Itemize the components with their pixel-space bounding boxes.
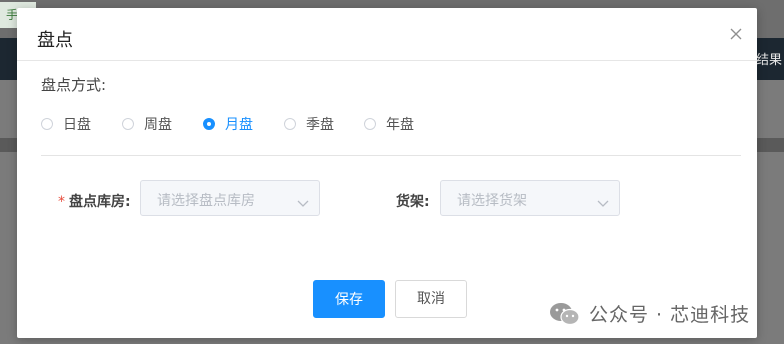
divider [41, 155, 741, 156]
background-right-text: 结果 [755, 53, 782, 68]
radio-circle[interactable] [122, 118, 134, 130]
radio-label: 年盘 [386, 117, 414, 133]
warehouse-label-text: 盘点库房: [69, 194, 131, 210]
inventory-dialog: 盘点 盘点方式: 日盘 周盘 月盘 季盘 年盘 * 盘点库房: 请选择盘点库房 … [17, 8, 757, 338]
radio-circle[interactable] [284, 118, 296, 130]
radio-daily[interactable]: 日盘 [41, 114, 122, 134]
shelf-label: 货架: [396, 194, 430, 210]
inventory-mode-radio-group: 日盘 周盘 月盘 季盘 年盘 [41, 114, 424, 134]
radio-circle[interactable] [41, 118, 53, 130]
dialog-header: 盘点 [17, 8, 757, 61]
warehouse-label: * 盘点库房: [58, 191, 131, 211]
radio-weekly[interactable]: 周盘 [122, 114, 203, 134]
wechat-icon [549, 301, 581, 327]
shelf-select[interactable]: 请选择货架 [440, 180, 620, 216]
radio-circle[interactable] [364, 118, 376, 130]
watermark-text: 公众号 · 芯迪科技 [589, 304, 751, 326]
radio-yearly[interactable]: 年盘 [364, 114, 424, 134]
radio-circle-checked[interactable] [203, 118, 215, 130]
close-icon[interactable] [727, 25, 745, 43]
shelf-placeholder: 请选择货架 [457, 193, 527, 209]
chevron-down-icon [597, 193, 609, 207]
radio-monthly[interactable]: 月盘 [203, 114, 284, 134]
chevron-down-icon [297, 193, 309, 207]
radio-label: 周盘 [144, 117, 172, 133]
radio-label: 日盘 [63, 117, 91, 133]
watermark: 公众号 · 芯迪科技 [549, 300, 750, 327]
cancel-button[interactable]: 取消 [395, 280, 467, 318]
radio-label: 季盘 [306, 117, 334, 133]
save-button[interactable]: 保存 [313, 280, 385, 318]
radio-quarterly[interactable]: 季盘 [284, 114, 364, 134]
required-mark: * [58, 194, 65, 210]
warehouse-select[interactable]: 请选择盘点库房 [140, 180, 320, 216]
radio-label: 月盘 [225, 117, 253, 133]
warehouse-placeholder: 请选择盘点库房 [157, 193, 255, 209]
dialog-title: 盘点 [37, 30, 73, 51]
inventory-mode-label: 盘点方式: [41, 76, 107, 94]
